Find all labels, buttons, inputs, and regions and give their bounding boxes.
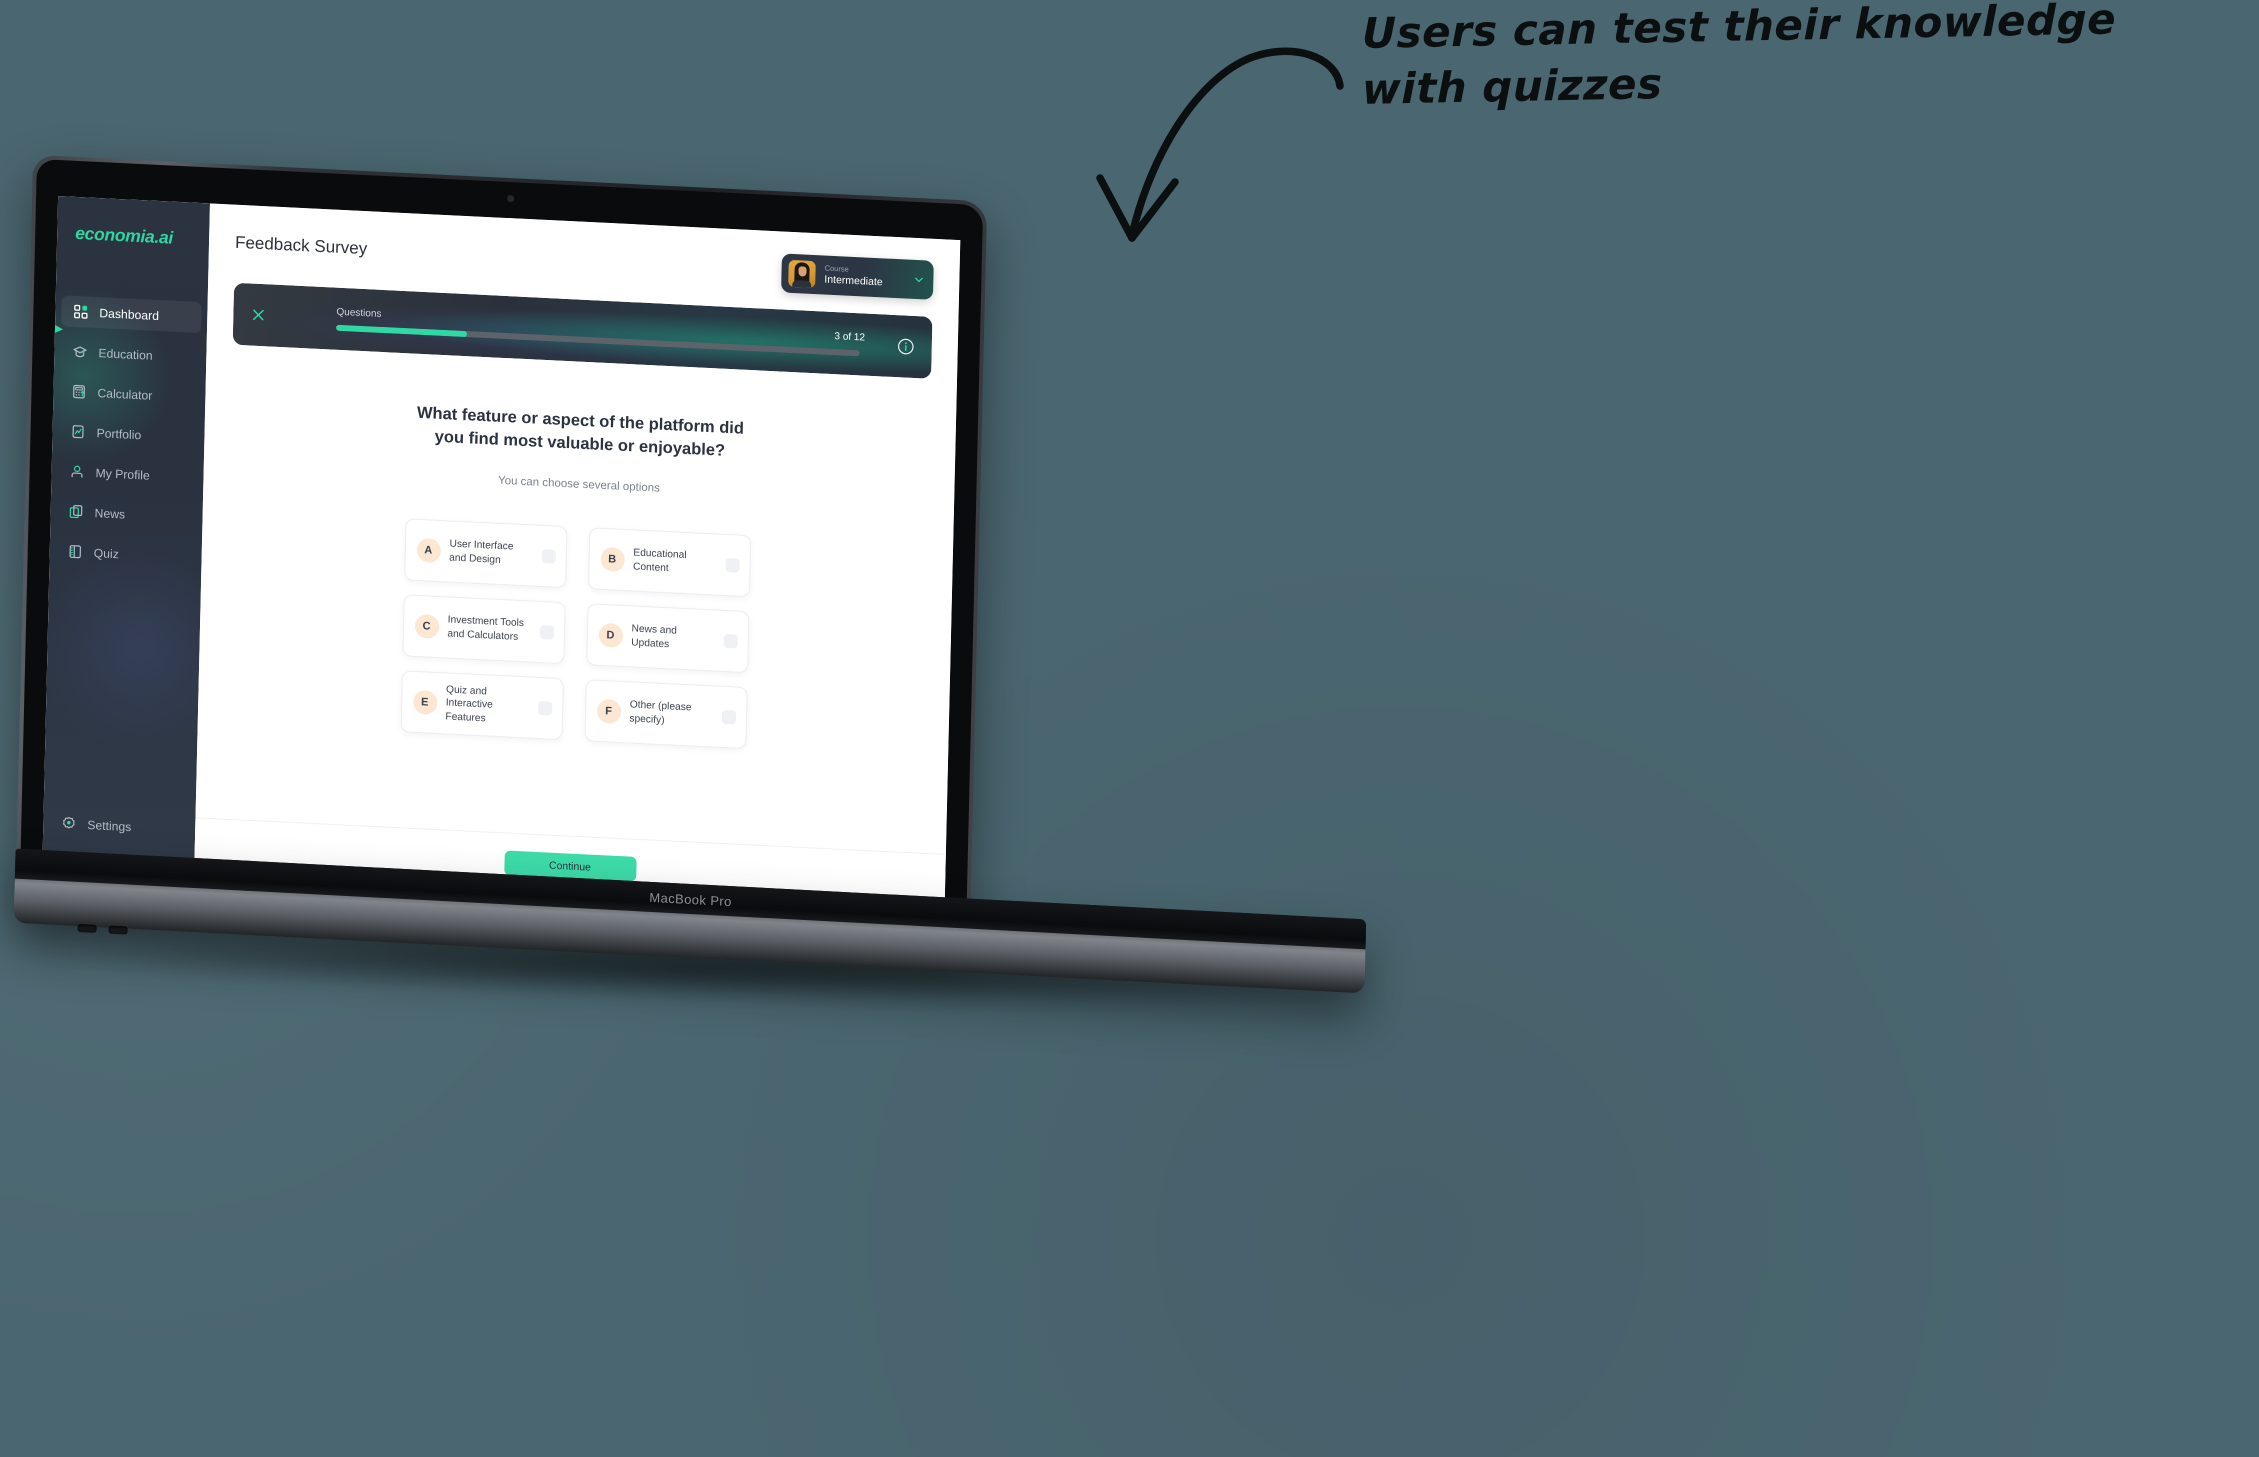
active-item-marker-icon [48,321,63,336]
option-key: E [412,689,438,715]
option-checkbox[interactable] [724,557,740,573]
sidebar-item-quiz[interactable]: Quiz [55,535,196,573]
chevron-down-icon[interactable] [913,274,924,286]
option-label: Other (please specify) [629,699,692,726]
sidebar-item-my-profile[interactable]: My Profile [57,455,198,493]
usb-c-port-2-icon [108,925,128,935]
course-selector-value: Intermediate [824,273,883,289]
sidebar-item-label: Calculator [97,385,153,403]
laptop-mockup: economia.ai Dashboard Education Calculat… [0,154,1420,1448]
avatar-body [792,279,812,288]
laptop-bezel: economia.ai Dashboard Education Calculat… [19,158,984,933]
sidebar-item-calculator[interactable]: Calculator [59,375,200,413]
main-content: Feedback Survey Course Intermediate Ques… [194,203,961,917]
avatar-face [797,266,807,277]
sidebar-item-label: My Profile [95,465,150,483]
option-checkbox[interactable] [721,709,736,725]
sidebar-item-label: Education [98,345,153,363]
book-panel-icon [69,545,82,559]
sidebar-item-label: Quiz [93,545,119,561]
user-icon [71,465,83,478]
option-label: Educational Content [632,547,687,575]
option-label: News and Updates [631,623,677,651]
option-label: Quiz and Interactive Features [445,684,493,724]
option-e[interactable]: E Quiz and Interactive Features [400,670,564,740]
sidebar: economia.ai Dashboard Education Calculat… [42,196,243,881]
sidebar-item-dashboard[interactable]: Dashboard [61,295,202,334]
option-key: D [598,622,623,648]
annotation-line-2: with quizzes [1362,59,1663,115]
option-key: F [596,698,621,724]
option-d[interactable]: D News and Updates [585,603,750,673]
sidebar-item-portfolio[interactable]: Portfolio [58,415,199,453]
sidebar-item-label: Portfolio [96,425,142,442]
option-key: C [414,613,439,639]
sidebar-item-label: Dashboard [99,305,160,323]
option-checkbox[interactable] [541,548,556,564]
grid-icon [74,304,88,319]
option-b[interactable]: B Educational Content [587,527,751,598]
laptop-screen-lid: economia.ai Dashboard Education Calculat… [15,154,988,937]
course-selector[interactable]: Course Intermediate [781,253,934,300]
question-body: What feature or aspect of the platform d… [221,345,931,853]
webcam-icon [506,194,514,203]
chart-document-icon [72,425,84,439]
annotation-line-1: Users can test their knowledge [1362,0,2117,58]
sidebar-item-label: Settings [87,817,132,834]
sidebar-item-settings[interactable]: Settings [49,807,190,845]
answer-options: A User Interface and Design B Educationa… [400,518,751,749]
option-a[interactable]: A User Interface and Design [403,518,567,589]
question-counter: 3 of 12 [834,331,866,344]
info-circle-icon[interactable] [897,337,915,356]
option-checkbox[interactable] [539,624,554,640]
option-f[interactable]: F Other (please specify) [583,679,748,749]
close-x-icon[interactable] [250,307,266,324]
copy-pages-icon [69,505,83,519]
calculator-icon [73,384,85,399]
progress-bar-fill [336,324,468,338]
gear-icon [63,816,75,829]
graduation-cap-icon [73,346,87,358]
avatar [788,259,816,289]
question-subtitle: You can choose several options [497,474,661,495]
sidebar-item-label: News [94,505,126,522]
course-selector-text: Course Intermediate [824,263,904,290]
option-c[interactable]: C Investment Tools and Calculators [401,594,566,664]
option-label: Investment Tools and Calculators [447,614,525,643]
sidebar-item-education[interactable]: Education [60,335,201,373]
usb-c-port-1-icon [77,923,97,933]
questions-label: Questions [336,306,382,320]
question-title: What feature or aspect of the platform d… [416,403,745,461]
option-checkbox[interactable] [537,700,552,716]
progress-area: Questions 3 of 12 [336,307,871,357]
page-title: Feedback Survey [234,232,368,259]
app-logo[interactable]: economia.ai [57,222,209,250]
option-key: A [416,537,441,563]
app-screen: economia.ai Dashboard Education Calculat… [42,196,961,917]
option-checkbox[interactable] [723,633,738,649]
option-key: B [599,546,625,572]
sidebar-nav: Dashboard Education Calculator Portfolio… [49,295,207,582]
annotation-text: Users can test their knowledge with quiz… [1362,0,2182,114]
option-label: User Interface and Design [449,538,514,566]
sidebar-item-news[interactable]: News [56,495,197,533]
